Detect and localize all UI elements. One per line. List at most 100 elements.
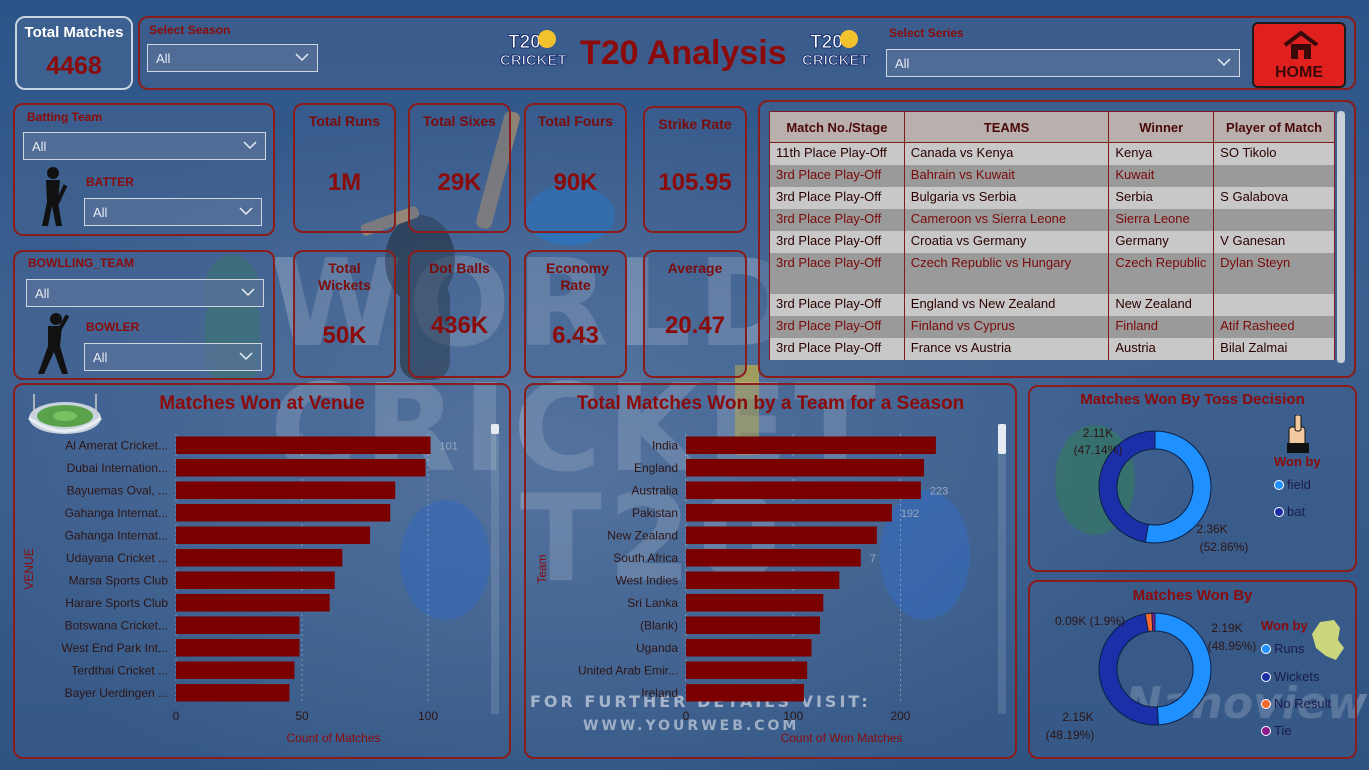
table-cell: Atif Rasheed <box>1213 315 1335 338</box>
column-header[interactable]: Match No./Stage <box>769 111 905 143</box>
bar <box>176 526 371 545</box>
chevron-down-icon <box>1217 58 1231 67</box>
slice-label: 0.09K (1.9%) <box>1055 614 1125 628</box>
data-label: 192 <box>901 508 919 520</box>
table-row[interactable]: 3rd Place Play-Off Bahrain vs Kuwait Kuw… <box>769 164 1335 187</box>
match-table-container[interactable]: Match No./Stage TEAMS Winner Player of M… <box>769 111 1335 363</box>
legend-item-field[interactable]: field <box>1274 477 1311 492</box>
x-tick-label: 50 <box>295 709 309 723</box>
legend-dot-icon <box>1261 672 1271 682</box>
legend-dot-icon <box>1274 507 1284 517</box>
wonby-legend-title: Won by <box>1261 618 1308 633</box>
table-row[interactable]: 3rd Place Play-Off Croatia vs Germany Ge… <box>769 230 1335 253</box>
legend-dot-icon <box>1261 699 1271 709</box>
season-select[interactable]: All <box>147 44 318 72</box>
table-cell: Dylan Steyn <box>1213 252 1335 294</box>
table-row[interactable]: 3rd Place Play-Off Finland vs Cyprus Fin… <box>769 315 1335 338</box>
kpi-value: 29K <box>437 169 482 196</box>
y-tick-label: Uganda <box>636 641 678 655</box>
table-row[interactable]: 3rd Place Play-Off France vs Austria Aus… <box>769 337 1335 360</box>
bar <box>176 638 300 657</box>
kpi-value: 90K <box>553 169 598 196</box>
table-cell: France vs Austria <box>903 337 1110 360</box>
series-select-value: All <box>895 56 910 71</box>
table-cell: Finland vs Cyprus <box>903 315 1110 338</box>
y-axis-label: Team <box>535 554 549 583</box>
bar <box>176 571 335 590</box>
y-tick-label: Udayana Cricket ... <box>66 551 168 565</box>
kpi-card-strike-rate: Strike Rate 105.95 <box>643 106 747 233</box>
batting-team-select[interactable]: All <box>23 132 266 160</box>
bar <box>176 481 396 500</box>
table-cell: Czech Republic vs Hungary <box>903 252 1110 294</box>
home-button[interactable]: HOME <box>1252 22 1346 88</box>
x-tick-label: 200 <box>890 709 910 723</box>
table-row[interactable]: 3rd Place Play-Off Cameroon vs Sierra Le… <box>769 208 1335 231</box>
table-cell <box>1213 208 1335 231</box>
bar <box>176 661 295 680</box>
table-row[interactable]: 11th Place Play-Off Canada vs Kenya Keny… <box>769 142 1335 165</box>
y-tick-label: Bayer Uerdingen ... <box>65 686 168 700</box>
legend-item-no-result[interactable]: No Result <box>1261 696 1331 711</box>
table-cell: Germany <box>1108 230 1215 253</box>
table-cell: Croatia vs Germany <box>903 230 1110 253</box>
column-header[interactable]: TEAMS <box>903 111 1110 143</box>
total-matches-value: 4468 <box>46 52 102 80</box>
y-tick-label: (Blank) <box>640 618 678 632</box>
bar <box>176 548 343 567</box>
bar <box>176 683 290 702</box>
batter-select[interactable]: All <box>84 198 262 226</box>
season-label: Select Season <box>149 23 231 37</box>
kpi-label: Economy Rate <box>546 260 610 293</box>
legend-dot-icon <box>1274 480 1284 490</box>
slice-label: 2.11K <box>1083 426 1113 440</box>
legend-dot-icon <box>1261 726 1271 736</box>
house-icon <box>1283 30 1319 59</box>
table-cell: Bahrain vs Kuwait <box>903 164 1110 187</box>
donut-slice-runs <box>1154 612 1212 726</box>
kpi-label: Total Wickets <box>318 260 371 293</box>
bar <box>176 503 391 522</box>
kpi-value: 50K <box>322 322 367 349</box>
table-cell: 3rd Place Play-Off <box>769 315 905 338</box>
table-row[interactable]: 3rd Place Play-Off Czech Republic vs Hun… <box>769 252 1335 294</box>
kpi-value: 436K <box>430 312 489 339</box>
chart-scrollbar <box>998 424 1006 714</box>
table-cell: Bulgaria vs Serbia <box>903 186 1110 209</box>
chart-scrollbar-thumb <box>998 424 1006 454</box>
table-cell: Finland <box>1108 315 1215 338</box>
table-cell: Sierra Leone <box>1108 208 1215 231</box>
table-cell: Cameroon vs Sierra Leone <box>903 208 1110 231</box>
table-scrollbar[interactable] <box>1337 111 1345 363</box>
chevron-down-icon <box>241 288 255 297</box>
y-tick-label: South Africa <box>613 551 678 565</box>
chevron-down-icon <box>239 352 253 361</box>
slice-label: 2.19K <box>1211 621 1242 635</box>
legend-item-wickets[interactable]: Wickets <box>1261 669 1320 684</box>
table-cell: V Ganesan <box>1213 230 1335 253</box>
y-tick-label: Marsa Sports Club <box>69 573 169 587</box>
bowling-team-select[interactable]: All <box>26 279 264 307</box>
bowling-team-label: BOWLLING_TEAM <box>28 256 134 270</box>
donut-slice-tie <box>1151 612 1156 632</box>
data-label: 223 <box>930 485 948 497</box>
table-scrollbar-thumb[interactable] <box>1337 111 1345 363</box>
legend-item-bat[interactable]: bat <box>1274 504 1305 519</box>
legend-item-tie[interactable]: Tie <box>1261 723 1292 738</box>
table-row[interactable]: 3rd Place Play-Off Bulgaria vs Serbia Se… <box>769 186 1335 209</box>
column-header[interactable]: Player of Match <box>1213 111 1335 143</box>
column-header[interactable]: Winner <box>1108 111 1215 143</box>
table-cell: 3rd Place Play-Off <box>769 186 905 209</box>
kpi-card-total-fours: Total Fours 90K <box>524 103 627 233</box>
table-row[interactable]: 3rd Place Play-Off England vs New Zealan… <box>769 293 1335 316</box>
table-cell: Bilal Zalmai <box>1213 337 1335 360</box>
y-axis-label: VENUE <box>22 548 36 589</box>
legend-item-runs[interactable]: Runs <box>1261 641 1304 656</box>
chart-scrollbar-thumb <box>491 424 499 434</box>
bowler-select[interactable]: All <box>84 343 262 371</box>
kpi-label: Total Sixes <box>423 113 496 129</box>
total-matches-card: Total Matches 4468 <box>15 16 133 90</box>
slice-pct: (48.19%) <box>1046 728 1095 742</box>
series-select[interactable]: All <box>886 49 1240 77</box>
slice-pct: (52.86%) <box>1200 540 1249 554</box>
